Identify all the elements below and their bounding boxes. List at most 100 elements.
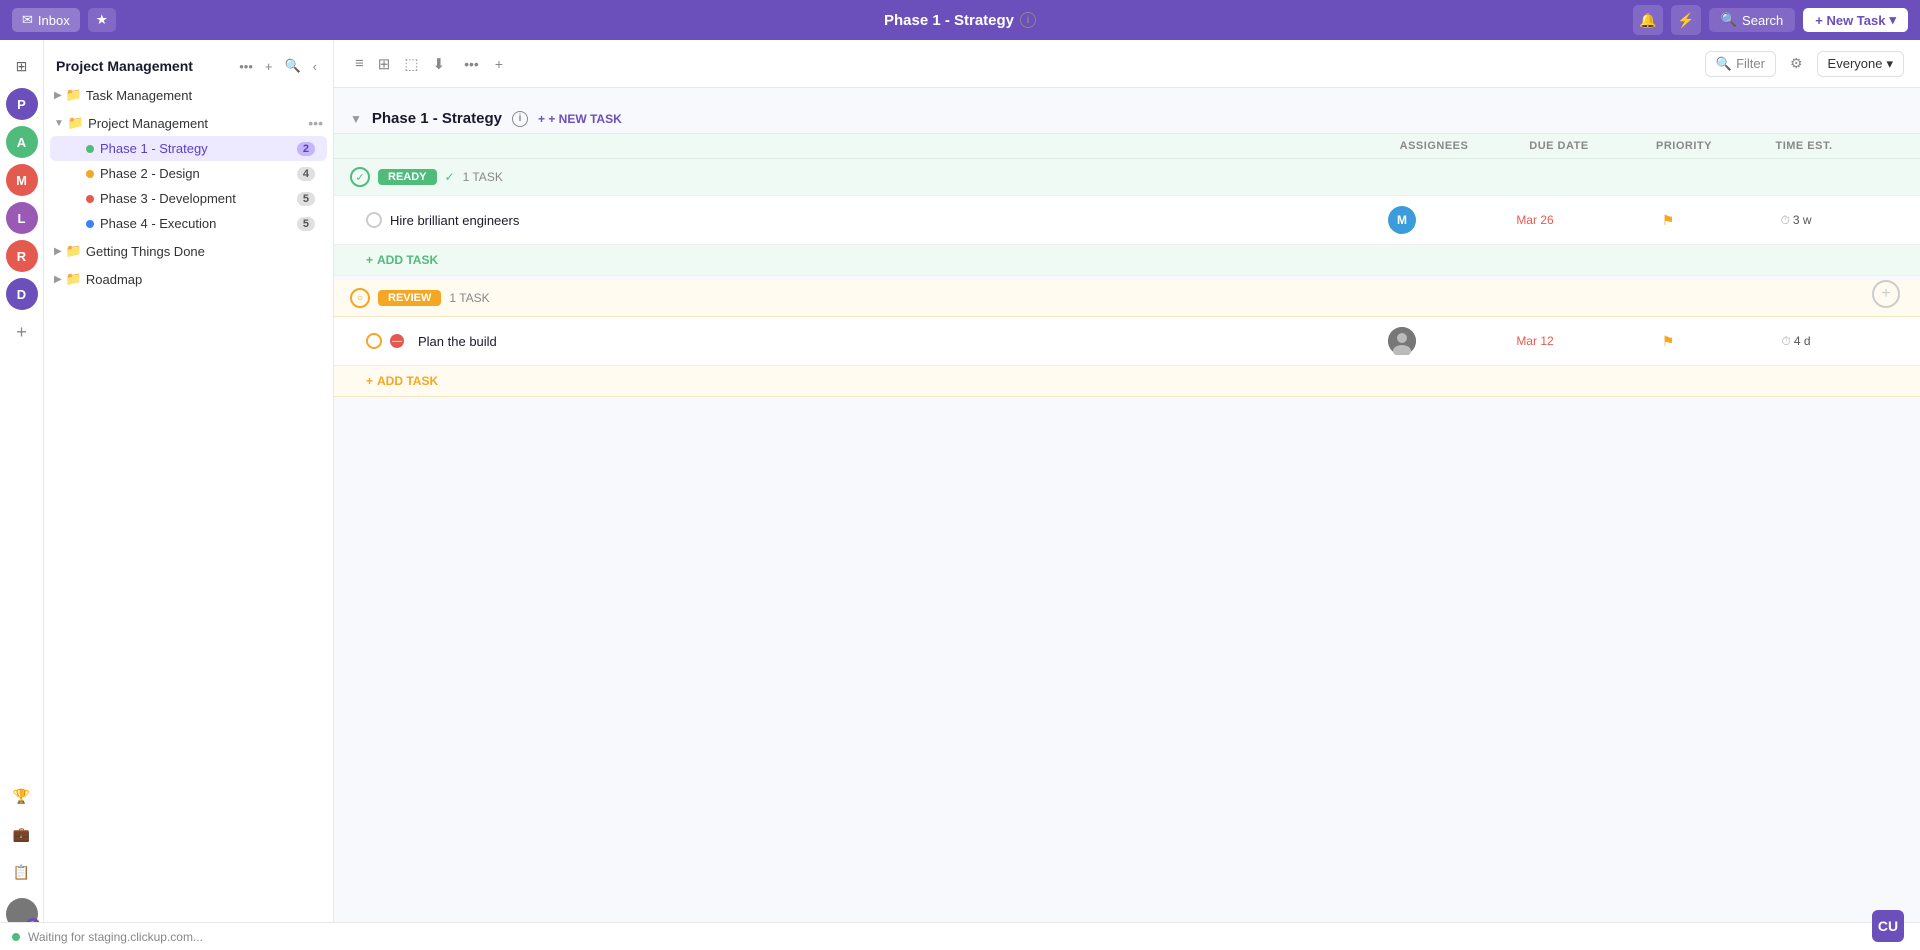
phase-section-chevron-icon: ▼ — [350, 112, 362, 126]
inbox-label: Inbox — [38, 13, 70, 28]
sidebar-item-project-management[interactable]: ▼ 📁 Project Management ••• — [46, 110, 331, 136]
download-button[interactable]: ⬇ — [428, 51, 451, 77]
filter-icon: 🔍 — [1716, 56, 1732, 72]
sidebar-add-button[interactable]: + — [261, 56, 277, 76]
task1-assignee-avatar[interactable]: M — [1388, 206, 1416, 234]
ready-check-icon: ✓ — [355, 171, 364, 184]
task2-blocked-icon: — — [390, 334, 404, 348]
sidebar-group-roadmap: ▶ 📁 Roadmap — [44, 266, 333, 292]
briefcase-icon-button[interactable]: 💼 — [6, 818, 38, 850]
grid-view-button[interactable]: ⊞ — [373, 51, 396, 77]
add-task-icon: + — [538, 112, 545, 126]
add-column-button[interactable]: + — [1872, 280, 1900, 308]
phase1-dot — [86, 145, 94, 153]
ready-add-task-row[interactable]: + ADD TASK — [334, 245, 1920, 276]
filter-options-button[interactable]: ⚙ — [1784, 51, 1809, 76]
view-icons: ≡ ⊞ ⬚ ⬇ — [350, 51, 450, 77]
sidebar-group-project-mgmt: ▼ 📁 Project Management ••• Phase 1 - Str… — [44, 110, 333, 236]
task2-priority[interactable]: ⚑ — [1608, 333, 1728, 350]
phase3-label: Phase 3 - Development — [100, 191, 291, 206]
phase-add-task-button[interactable]: + + NEW TASK — [538, 112, 622, 126]
phase1-label: Phase 1 - Strategy — [100, 141, 291, 156]
task2-name[interactable]: Plan the build — [418, 334, 1334, 349]
sidebar-item-getting-things-done[interactable]: ▶ 📁 Getting Things Done — [46, 238, 331, 264]
chart-view-button[interactable]: ⬚ — [399, 51, 423, 77]
task2-due-date: Mar 12 — [1470, 334, 1600, 348]
phase3-count: 5 — [297, 192, 315, 206]
main-layout: ⊞ P A M L R D + 🏆 💼 📋 2 Project Manageme… — [0, 40, 1920, 950]
project-management-more-button[interactable]: ••• — [308, 115, 323, 131]
page-title: Phase 1 - Strategy — [884, 12, 1014, 29]
sidebar-item-phase2-design[interactable]: Phase 2 - Design 4 — [50, 161, 327, 186]
roadmap-label: Roadmap — [86, 272, 142, 287]
phase3-dot — [86, 195, 94, 203]
favorite-button[interactable]: ★ — [88, 8, 116, 32]
avatar-L[interactable]: L — [6, 202, 38, 234]
phase2-dot — [86, 170, 94, 178]
phase-info-icon[interactable]: i — [512, 111, 528, 127]
trophy-icon-button[interactable]: 🏆 — [6, 780, 38, 812]
sidebar-item-phase1-strategy[interactable]: Phase 1 - Strategy 2 — [50, 136, 327, 161]
notification-bell-button[interactable]: 🔔 — [1633, 5, 1663, 35]
ready-verified-icon: ✓ — [445, 170, 455, 184]
task1-priority[interactable]: ⚑ — [1608, 212, 1728, 229]
task2-assignees — [1342, 327, 1462, 355]
sidebar-item-task-management[interactable]: ▶ 📁 Task Management — [46, 82, 331, 108]
topbar-center: Phase 1 - Strategy i — [884, 12, 1036, 29]
avatar-D[interactable]: D — [6, 278, 38, 310]
task1-assignees: M — [1342, 206, 1462, 234]
icon-bar: ⊞ P A M L R D + 🏆 💼 📋 2 — [0, 40, 44, 950]
inbox-button[interactable]: ✉ Inbox — [12, 8, 80, 32]
avatar-P[interactable]: P — [6, 88, 38, 120]
task1-name[interactable]: Hire brilliant engineers — [390, 213, 1334, 228]
more-options-button[interactable]: ••• — [458, 52, 485, 76]
new-task-button[interactable]: + New Task ▾ — [1803, 8, 1908, 32]
everyone-filter-button[interactable]: Everyone ▾ — [1817, 51, 1904, 77]
search-button[interactable]: 🔍 Search — [1709, 8, 1795, 32]
statusbar-dot — [12, 933, 20, 941]
phase2-count: 4 — [297, 167, 315, 181]
title-info-icon[interactable]: i — [1020, 12, 1036, 28]
review-status-circle[interactable]: ○ — [350, 288, 370, 308]
user-avatar-svg — [1388, 327, 1416, 355]
table-row: — Plan the build Mar 12 ⚑ — [334, 317, 1920, 366]
clipboard-icon-button[interactable]: 📋 — [6, 856, 38, 888]
filter-label: Filter — [1736, 56, 1765, 71]
review-add-task-label: ADD TASK — [377, 374, 438, 388]
apps-grid-button[interactable]: ⊞ — [6, 50, 38, 82]
avatar-M[interactable]: M — [6, 164, 38, 196]
lightning-button[interactable]: ⚡ — [1671, 5, 1701, 35]
add-workspace-button[interactable]: + — [6, 316, 38, 348]
ready-add-task-plus-icon: + — [366, 253, 373, 267]
add-view-button[interactable]: + — [489, 52, 509, 76]
task2-assignee-avatar[interactable] — [1388, 327, 1416, 355]
sidebar-collapse-button[interactable]: ‹ — [309, 56, 321, 76]
everyone-chevron-icon: ▾ — [1886, 56, 1893, 72]
task2-time-est: ⏱4 d — [1736, 334, 1856, 349]
task1-due-date: Mar 26 — [1470, 213, 1600, 227]
phase2-label: Phase 2 - Design — [100, 166, 291, 181]
sidebar-search-button[interactable]: 🔍 — [280, 56, 304, 76]
sidebar-item-roadmap[interactable]: ▶ 📁 Roadmap — [46, 266, 331, 292]
phase-section-title: Phase 1 - Strategy — [372, 110, 502, 127]
ready-badge: READY — [378, 169, 437, 185]
filter-input[interactable]: 🔍 Filter — [1705, 51, 1776, 77]
add-column-button-container: + — [1872, 280, 1900, 308]
project-management-label: Project Management — [88, 116, 300, 131]
clickup-fab-button[interactable]: CU — [1872, 910, 1904, 942]
sidebar-item-phase4-execution[interactable]: Phase 4 - Execution 5 — [50, 211, 327, 236]
review-badge: REVIEW — [378, 290, 441, 306]
task2-checkbox[interactable] — [366, 333, 382, 349]
review-add-task-row[interactable]: + ADD TASK — [334, 366, 1920, 397]
list-view-button[interactable]: ≡ — [350, 51, 369, 77]
ready-status-circle[interactable]: ✓ — [350, 167, 370, 187]
avatar-A[interactable]: A — [6, 126, 38, 158]
sidebar-more-button[interactable]: ••• — [235, 56, 257, 76]
avatar-R[interactable]: R — [6, 240, 38, 272]
task1-checkbox[interactable] — [366, 212, 382, 228]
toolbar-more-icons: ••• + — [458, 52, 509, 76]
add-task-label: + NEW TASK — [548, 112, 621, 126]
review-status-group: ○ REVIEW 1 TASK — Plan the build — [334, 280, 1920, 397]
review-status-row: ○ REVIEW 1 TASK — [334, 280, 1920, 317]
sidebar-item-phase3-development[interactable]: Phase 3 - Development 5 — [50, 186, 327, 211]
